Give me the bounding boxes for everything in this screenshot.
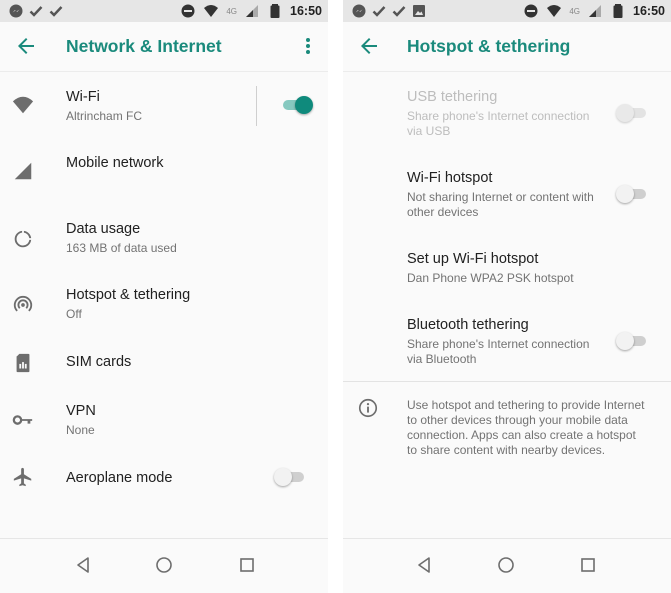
setup-wifi-hotspot-title: Set up Wi-Fi hotspot <box>407 251 539 267</box>
sim-card-icon <box>16 353 30 373</box>
wifi-toggle[interactable] <box>281 95 313 115</box>
status-bar: 4G 16:50 <box>0 0 328 22</box>
sim-cards-item[interactable]: SIM cards <box>0 336 328 390</box>
navigation-bar <box>0 538 328 593</box>
wifi-item[interactable]: Wi-Fi Altrincham FC <box>0 72 328 138</box>
data-usage-summary: 163 MB of data used <box>66 241 177 255</box>
page-title: Hotspot & tethering <box>407 36 571 56</box>
wifi-status-icon <box>204 5 219 17</box>
back-arrow-icon[interactable] <box>14 34 38 58</box>
vpn-key-icon <box>12 415 33 425</box>
nav-home-icon[interactable] <box>152 553 176 577</box>
divider <box>343 381 671 382</box>
network-type-label: 4G <box>226 6 238 16</box>
mobile-network-item[interactable]: Mobile network <box>0 138 328 204</box>
aeroplane-mode-title: Aeroplane mode <box>66 470 173 486</box>
usb-tethering-title: USB tethering <box>407 89 498 105</box>
navigation-bar <box>343 538 671 593</box>
bluetooth-tethering-title: Bluetooth tethering <box>407 317 529 333</box>
vpn-title: VPN <box>66 403 96 419</box>
clock: 16:50 <box>290 4 322 18</box>
nav-recents-icon[interactable] <box>576 553 600 577</box>
hotspot-tethering-title: Hotspot & tethering <box>66 287 191 303</box>
nav-back-icon[interactable] <box>71 553 95 577</box>
vpn-status: None <box>66 423 95 437</box>
page-title: Network & Internet <box>66 36 222 56</box>
battery-icon <box>270 4 280 18</box>
bluetooth-tethering-toggle[interactable] <box>616 331 648 351</box>
divider <box>256 86 257 126</box>
hotspot-status: Off <box>66 307 82 321</box>
cell-signal-icon <box>589 5 602 17</box>
aeroplane-mode-toggle[interactable] <box>274 467 306 487</box>
wifi-network-name: Altrincham FC <box>66 109 143 123</box>
airplane-icon <box>13 467 32 487</box>
data-usage-icon <box>14 230 32 248</box>
wifi-status-icon <box>547 5 562 17</box>
nav-back-icon[interactable] <box>412 553 436 577</box>
network-type-label: 4G <box>569 6 581 16</box>
wifi-hotspot-title: Wi-Fi hotspot <box>407 170 493 186</box>
setup-wifi-hotspot-item[interactable]: Set up Wi-Fi hotspot Dan Phone WPA2 PSK … <box>343 241 671 297</box>
data-usage-item[interactable]: Data usage 163 MB of data used <box>0 204 328 270</box>
usb-tethering-toggle <box>616 103 648 123</box>
cell-signal-icon <box>246 5 259 17</box>
sim-cards-title: SIM cards <box>66 354 132 370</box>
network-internet-screen: 4G 16:50 Network & Internet Wi-Fi Altrin… <box>0 0 328 593</box>
signal-icon <box>14 162 32 180</box>
do-not-disturb-icon <box>181 4 195 18</box>
bluetooth-tethering-summary: Share phone's Internet connection via Bl… <box>407 337 590 366</box>
check-icon <box>49 6 63 17</box>
more-options-icon[interactable] <box>300 34 316 58</box>
hotspot-tethering-item[interactable]: Hotspot & tethering Off <box>0 270 328 336</box>
nav-home-icon[interactable] <box>494 553 518 577</box>
mobile-network-title: Mobile network <box>66 155 164 171</box>
app-bar: Hotspot & tethering <box>343 22 671 72</box>
wifi-title: Wi-Fi <box>66 89 100 105</box>
hotspot-name: Dan Phone WPA2 PSK hotspot <box>407 271 574 285</box>
battery-icon <box>613 4 623 18</box>
wifi-hotspot-summary: Not sharing Internet or content with oth… <box>407 190 594 219</box>
app-bar: Network & Internet <box>0 22 328 72</box>
check-icon <box>29 6 43 17</box>
clock: 16:50 <box>633 4 665 18</box>
usb-tethering-summary: Share phone's Internet connection via US… <box>407 109 590 138</box>
hotspot-info-text: Use hotspot and tethering to provide Int… <box>407 398 645 457</box>
data-usage-title: Data usage <box>66 221 141 237</box>
messenger-icon <box>352 4 366 18</box>
wifi-icon <box>12 96 34 114</box>
check-icon <box>392 6 406 17</box>
messenger-icon <box>9 4 23 18</box>
hotspot-tethering-screen: 4G 16:50 Hotspot & tethering USB tetheri… <box>343 0 671 593</box>
status-bar: 4G 16:50 <box>343 0 671 22</box>
info-icon <box>358 398 378 418</box>
vpn-item[interactable]: VPN None <box>0 390 328 456</box>
check-icon <box>372 6 386 17</box>
hotspot-icon <box>13 295 33 312</box>
back-arrow-icon[interactable] <box>357 34 381 58</box>
do-not-disturb-icon <box>524 4 538 18</box>
wifi-hotspot-toggle[interactable] <box>616 184 648 204</box>
image-notification-icon <box>413 5 425 17</box>
nav-recents-icon[interactable] <box>235 553 259 577</box>
